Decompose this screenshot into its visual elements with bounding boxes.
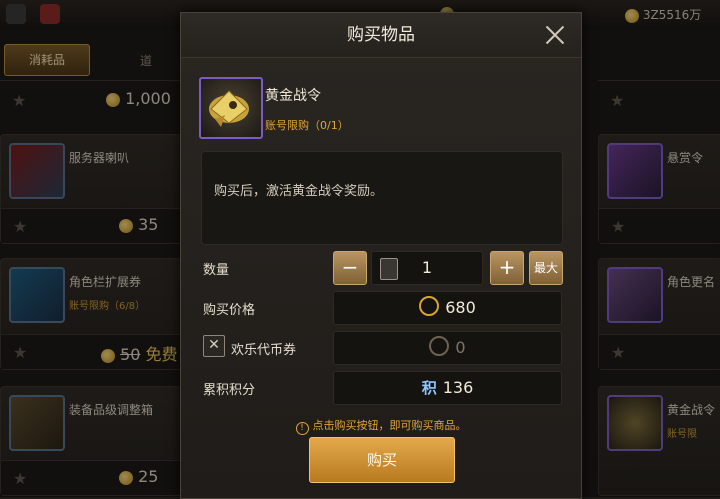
- item-description: 购买后，激活黄金战令奖励。: [214, 184, 384, 199]
- quantity-input[interactable]: 1: [371, 251, 483, 285]
- price-value: 680: [445, 298, 476, 317]
- points-field: 积 136: [333, 371, 562, 405]
- voucher-label: 欢乐代币券: [231, 343, 297, 358]
- notice-text: 点击购买按钮，即可购买商品。: [312, 419, 467, 432]
- close-icon[interactable]: [543, 23, 567, 47]
- voucher-value: 0: [455, 338, 466, 357]
- price-label: 购买价格: [203, 303, 256, 318]
- buy-button[interactable]: 购买: [309, 437, 455, 483]
- golden-order-icon: [199, 77, 263, 139]
- voucher-coin-icon: [429, 336, 450, 356]
- points-icon: 积: [421, 379, 437, 397]
- golden-order-graphic: [209, 90, 249, 127]
- quantity-minus-button[interactable]: −: [333, 251, 367, 285]
- quantity-max-button[interactable]: 最大: [529, 251, 563, 285]
- purchase-dialog: 购买物品 黄金战令 账号限购（0/1） 购买后，激活黄金战令奖励。 数量 − 1…: [180, 12, 582, 499]
- coin-icon: [419, 296, 440, 316]
- dialog-title: 购买物品: [181, 13, 581, 58]
- points-value: 136: [442, 378, 474, 397]
- purchase-notice: ! 点击购买按钮，即可购买商品。: [181, 417, 581, 435]
- quantity-plus-button[interactable]: +: [490, 251, 524, 285]
- quantity-value: 1: [421, 258, 433, 277]
- voucher-checkbox[interactable]: ✕: [203, 335, 225, 357]
- price-field: 680: [333, 291, 562, 325]
- item-description-box: 购买后，激活黄金战令奖励。: [201, 151, 563, 245]
- info-icon: !: [295, 422, 309, 435]
- item-limit: 账号限购（0/1）: [265, 119, 349, 132]
- points-label: 累积积分: [203, 383, 256, 398]
- item-name: 黄金战令: [265, 88, 321, 104]
- voucher-field: 0: [333, 331, 562, 365]
- quantity-label: 数量: [203, 263, 230, 278]
